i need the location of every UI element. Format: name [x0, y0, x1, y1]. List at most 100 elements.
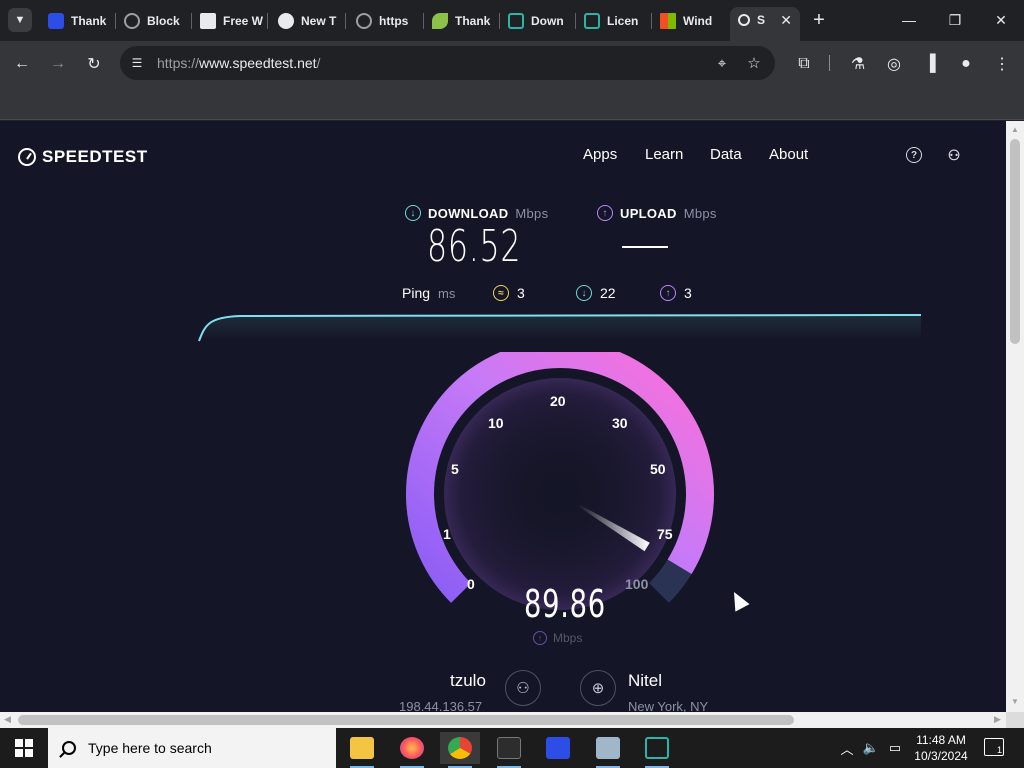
download-arrow-icon: ↓	[405, 205, 421, 221]
browser-tab[interactable]: New T	[270, 8, 346, 34]
download-unit: Mbps	[515, 205, 549, 221]
forward-button[interactable]: →	[45, 51, 71, 77]
user-icon[interactable]: ⚇	[946, 147, 962, 163]
globe-icon[interactable]: ⊕	[580, 670, 616, 706]
browser-tab[interactable]: Wind	[652, 8, 728, 34]
taskbar-search[interactable]: Type here to search	[48, 728, 336, 768]
malwarebytes-icon	[48, 13, 64, 29]
browser-tab[interactable]: Down	[500, 8, 576, 34]
browser-tab[interactable]: Free W	[192, 8, 268, 34]
nav-apps[interactable]: Apps	[583, 146, 617, 163]
server-name[interactable]: Nitel	[628, 671, 662, 691]
browser-tab[interactable]: https	[348, 8, 424, 34]
tray-overflow-chevron-icon[interactable]: ︿	[836, 728, 858, 768]
nav-learn[interactable]: Learn	[645, 146, 683, 163]
terminal-icon[interactable]	[489, 732, 529, 768]
ping-upload-value: 3	[684, 285, 692, 301]
nav-about[interactable]: About	[769, 146, 808, 163]
notification-count: 1	[996, 745, 1002, 755]
scroll-up-arrow-icon[interactable]: ▲	[1011, 125, 1019, 134]
speed-history-graph	[198, 314, 922, 342]
gauge-tick: 50	[650, 461, 666, 477]
vertical-scroll-thumb[interactable]	[1010, 139, 1020, 344]
tab-label: Wind	[683, 14, 713, 28]
address-bar[interactable]: ☰ https://www.speedtest.net/ ⌖ ☆	[120, 46, 775, 80]
location-pin-icon[interactable]: ⌖	[712, 53, 732, 73]
search-icon	[62, 741, 76, 755]
horizontal-scroll-thumb[interactable]	[18, 715, 794, 725]
browser-tab[interactable]: Thank	[40, 8, 116, 34]
vertical-scrollbar[interactable]: ▲ ▼	[1006, 121, 1024, 712]
speedtest-icon	[738, 14, 750, 26]
tab-label: https	[379, 14, 409, 28]
malwarebytes-icon[interactable]	[538, 732, 578, 764]
browser-tab-active[interactable]: S ✕	[730, 7, 800, 41]
tab-label: S	[757, 13, 766, 27]
close-tab-icon[interactable]: ✕	[780, 12, 792, 29]
profile-avatar-icon[interactable]: ●	[953, 51, 979, 77]
speedtest-logo[interactable]: SPEEDTEST	[18, 147, 148, 167]
ping-unit: ms	[438, 285, 456, 301]
remote-desktop-icon[interactable]	[588, 732, 628, 768]
upload-pending-dash	[622, 246, 668, 248]
nav-data[interactable]: Data	[710, 146, 742, 163]
tab-label: Block	[147, 14, 180, 28]
vb-icon[interactable]	[637, 732, 677, 768]
gauge-tick: 10	[488, 415, 504, 431]
scroll-corner	[1006, 712, 1024, 728]
labs-flask-icon[interactable]: ⚗	[845, 51, 871, 77]
browser-tab[interactable]: Licen	[576, 8, 652, 34]
server-location: New York, NY	[628, 699, 709, 712]
scroll-right-arrow-icon[interactable]: ▶	[994, 714, 1001, 725]
globe-icon	[278, 13, 294, 29]
gauge-tick: 0	[467, 576, 475, 592]
help-icon[interactable]: ?	[906, 147, 922, 163]
firefox-icon[interactable]	[392, 732, 432, 768]
scroll-left-arrow-icon[interactable]: ◀	[4, 714, 11, 725]
tab-search-button[interactable]: ▼	[8, 8, 32, 32]
network-icon[interactable]: ▭	[884, 728, 906, 768]
browser-tab[interactable]: Block	[116, 8, 192, 34]
notification-center-icon[interactable]: 1	[984, 738, 1004, 756]
start-button[interactable]	[0, 728, 48, 768]
scroll-down-arrow-icon[interactable]: ▼	[1011, 697, 1019, 706]
tab-label: New T	[301, 14, 337, 28]
ping-label: Ping ms	[402, 285, 455, 301]
url-text[interactable]: https://www.speedtest.net/	[157, 55, 320, 71]
site-info-icon[interactable]: ☰	[128, 54, 146, 72]
file-explorer-icon[interactable]	[342, 732, 382, 768]
vb-icon	[508, 13, 524, 29]
vb-icon	[584, 13, 600, 29]
upload-label: ↑ UPLOAD Mbps	[597, 205, 717, 221]
menu-kebab-icon[interactable]: ⋮	[989, 51, 1015, 77]
download-title: DOWNLOAD	[428, 205, 509, 221]
taskbar-clock[interactable]: 11:48 AM 10/3/2024	[906, 732, 976, 764]
close-window-button[interactable]: ✕	[978, 0, 1024, 40]
ping-idle: ≈ 3	[493, 285, 525, 301]
gauge-tick: 100	[625, 576, 649, 592]
tab-label: Free W	[223, 14, 264, 28]
extensions-icon[interactable]: ⧉	[791, 51, 817, 77]
minimize-button[interactable]: —	[886, 0, 932, 40]
side-panel-icon[interactable]: ▐	[917, 51, 943, 77]
upload-unit: Mbps	[683, 205, 717, 221]
browser-tab[interactable]: Thank	[424, 8, 500, 34]
tab-label: Down	[531, 14, 564, 28]
back-button[interactable]: ←	[9, 51, 35, 77]
extension-circle-icon[interactable]: ◎	[881, 51, 907, 77]
volume-muted-icon[interactable]: 🔈	[860, 728, 882, 768]
ping-upload-icon: ↑	[660, 285, 676, 301]
restore-button[interactable]: ❐	[932, 0, 978, 40]
current-speed-unit: ↑ Mbps	[533, 631, 582, 645]
windows-icon	[660, 13, 676, 29]
windows-logo-icon	[15, 739, 33, 757]
bookmark-star-icon[interactable]: ☆	[744, 53, 764, 73]
reload-button[interactable]: ↻	[81, 51, 107, 77]
new-tab-button[interactable]: +	[808, 9, 830, 31]
horizontal-scrollbar[interactable]: ◀ ▶	[0, 712, 1006, 728]
globe-icon	[124, 13, 140, 29]
ping-idle-icon: ≈	[493, 285, 509, 301]
chrome-icon[interactable]	[440, 732, 480, 768]
upload-arrow-icon: ↑	[597, 205, 613, 221]
gauge-tick: 5	[451, 461, 459, 477]
